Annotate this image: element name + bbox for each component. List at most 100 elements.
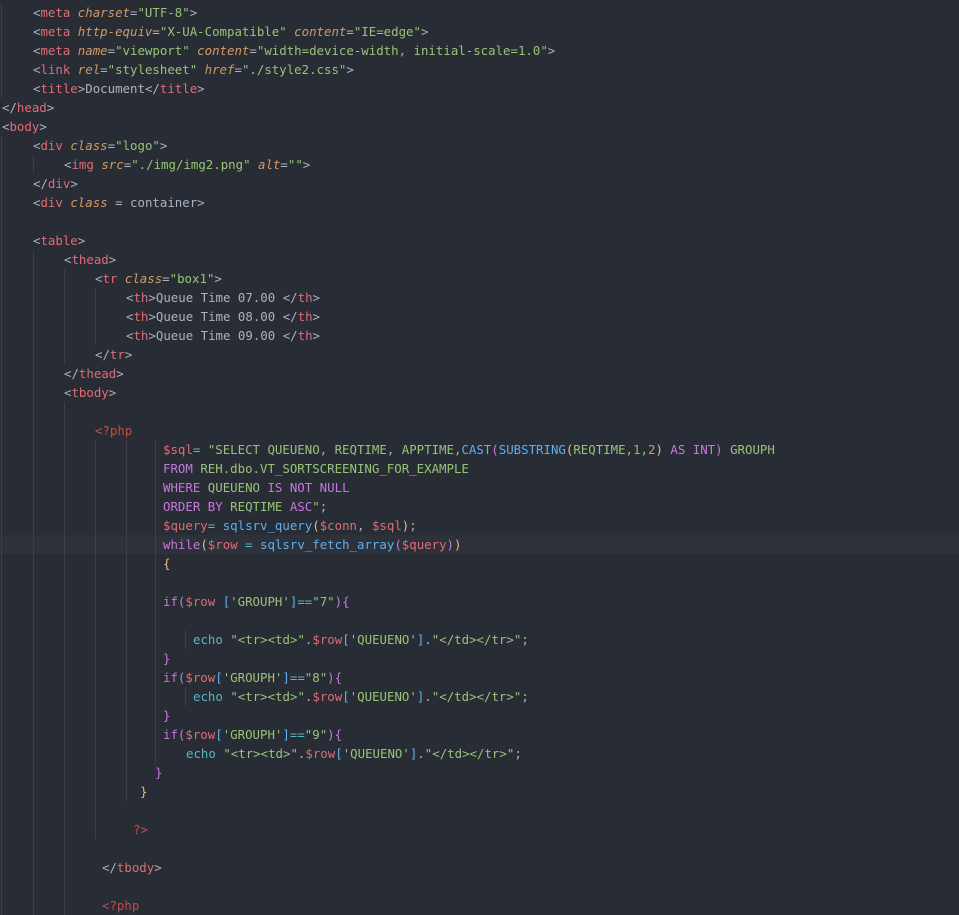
- code-line[interactable]: <img src="./img/img2.png" alt="">: [0, 155, 959, 174]
- code-line[interactable]: </tbody>: [0, 858, 959, 877]
- indent-guide: [33, 687, 34, 706]
- code-line[interactable]: <link rel="stylesheet" href="./style2.cs…: [0, 60, 959, 79]
- code-line[interactable]: </tr>: [0, 345, 959, 364]
- code-line[interactable]: <tr class="box1">: [0, 269, 959, 288]
- code-line[interactable]: [0, 611, 959, 630]
- indent-guide: [95, 649, 96, 668]
- code-line-text: ORDER BY REQTIME ASC";: [163, 497, 327, 516]
- code-line[interactable]: <?php: [0, 421, 959, 440]
- indent-guide: [155, 744, 156, 763]
- indent-guide: [64, 782, 65, 801]
- indent-guide: [33, 269, 34, 288]
- code-line[interactable]: {: [0, 554, 959, 573]
- indent-guide: [95, 535, 96, 554]
- code-token: $sql: [163, 442, 193, 457]
- indent-guide: [95, 478, 96, 497]
- code-line[interactable]: echo "<tr><td>".$row['QUEUENO']."</td></…: [0, 687, 959, 706]
- indent-guide: [95, 307, 96, 326]
- code-line[interactable]: <thead>: [0, 250, 959, 269]
- indent-guide: [1, 497, 2, 516]
- indent-guide: [1, 573, 2, 592]
- code-token: =: [280, 157, 288, 172]
- code-line[interactable]: ORDER BY REQTIME ASC";: [0, 497, 959, 516]
- code-line[interactable]: if($row ['GROUPH']=="7"){: [0, 592, 959, 611]
- code-line[interactable]: [0, 212, 959, 231]
- code-token: {: [163, 556, 171, 571]
- code-line[interactable]: [0, 402, 959, 421]
- indent-guide: [33, 307, 34, 326]
- code-line[interactable]: <div class = container>: [0, 193, 959, 212]
- code-line[interactable]: <?php: [0, 896, 959, 915]
- code-line-text: }: [163, 649, 170, 668]
- code-line[interactable]: </thead>: [0, 364, 959, 383]
- code-token: SUBSTRING: [498, 442, 566, 457]
- indent-guide: [64, 345, 65, 364]
- indent-guide: [1, 440, 2, 459]
- indent-guide: [126, 687, 127, 706]
- current-code-line[interactable]: while($row = sqlsrv_fetch_array($query)): [0, 535, 959, 554]
- code-token: ]: [282, 727, 290, 742]
- code-token: }: [163, 651, 171, 666]
- indent-guide: [1, 896, 2, 915]
- code-line[interactable]: echo "<tr><td>".$row['QUEUENO']."</td></…: [0, 744, 959, 763]
- code-line[interactable]: <meta http-equiv="X-UA-Compatible" conte…: [0, 22, 959, 41]
- code-token: </: [95, 347, 110, 362]
- code-line[interactable]: <th>Queue Time 09.00 </th>: [0, 326, 959, 345]
- code-token: IS NOT NULL: [267, 480, 350, 495]
- code-line[interactable]: <meta name="viewport" content="width=dev…: [0, 41, 959, 60]
- code-line-text: <meta http-equiv="X-UA-Compatible" conte…: [33, 22, 428, 41]
- code-line[interactable]: [0, 839, 959, 858]
- code-line[interactable]: </head>: [0, 98, 959, 117]
- code-line[interactable]: [0, 573, 959, 592]
- code-token: content: [197, 43, 250, 58]
- code-line[interactable]: [0, 877, 959, 896]
- code-line[interactable]: </div>: [0, 174, 959, 193]
- indent-guide: [126, 763, 127, 782]
- code-line[interactable]: ?>: [0, 820, 959, 839]
- code-line[interactable]: $sql= "SELECT QUEUENO, REQTIME, APPTIME,…: [0, 440, 959, 459]
- code-token: tbody: [71, 385, 109, 400]
- code-line[interactable]: <th>Queue Time 08.00 </th>: [0, 307, 959, 326]
- code-line[interactable]: <title>Document</title>: [0, 79, 959, 98]
- indent-guide: [33, 421, 34, 440]
- code-line[interactable]: $query= sqlsrv_query($conn, $sql);: [0, 516, 959, 535]
- code-line[interactable]: WHERE QUEUENO IS NOT NULL: [0, 478, 959, 497]
- code-line[interactable]: if($row['GROUPH']=="8"){: [0, 668, 959, 687]
- code-token: $row: [185, 594, 216, 609]
- code-token: >: [214, 271, 222, 286]
- code-line[interactable]: echo "<tr><td>".$row['QUEUENO']."</td></…: [0, 630, 959, 649]
- code-token: >: [197, 195, 205, 210]
- indent-guide: [155, 706, 156, 725]
- code-line[interactable]: [0, 801, 959, 820]
- indent-guide: [126, 440, 127, 459]
- code-token: class: [70, 138, 108, 153]
- code-token: >: [116, 366, 124, 381]
- code-line[interactable]: <tbody>: [0, 383, 959, 402]
- code-line[interactable]: if($row['GROUPH']=="9"){: [0, 725, 959, 744]
- indent-guide: [126, 782, 127, 801]
- code-line[interactable]: FROM REH.dbo.VT_SORTSCREENING_FOR_EXAMPL…: [0, 459, 959, 478]
- code-token: [: [215, 727, 223, 742]
- code-token: ;: [319, 499, 328, 514]
- code-token: >: [39, 119, 47, 134]
- code-token: >: [547, 43, 556, 58]
- code-line[interactable]: <body>: [0, 117, 959, 136]
- code-line[interactable]: <table>: [0, 231, 959, 250]
- code-line-text: }: [155, 763, 162, 782]
- code-line[interactable]: }: [0, 649, 959, 668]
- indent-guide: [1, 269, 2, 288]
- code-editor[interactable]: <meta charset="UTF-8"> <meta http-equiv="…: [0, 0, 959, 915]
- code-line[interactable]: }: [0, 763, 959, 782]
- indent-guide: [126, 554, 127, 573]
- indent-guide: [1, 611, 2, 630]
- code-line[interactable]: <meta charset="UTF-8">: [0, 3, 959, 22]
- code-line[interactable]: <div class="logo">: [0, 136, 959, 155]
- code-line-text: <tr class="box1">: [95, 269, 222, 288]
- code-line[interactable]: }: [0, 706, 959, 725]
- code-line[interactable]: <th>Queue Time 07.00 </th>: [0, 288, 959, 307]
- code-token: >: [154, 860, 162, 875]
- indent-guide: [64, 516, 65, 535]
- code-line[interactable]: }: [0, 782, 959, 801]
